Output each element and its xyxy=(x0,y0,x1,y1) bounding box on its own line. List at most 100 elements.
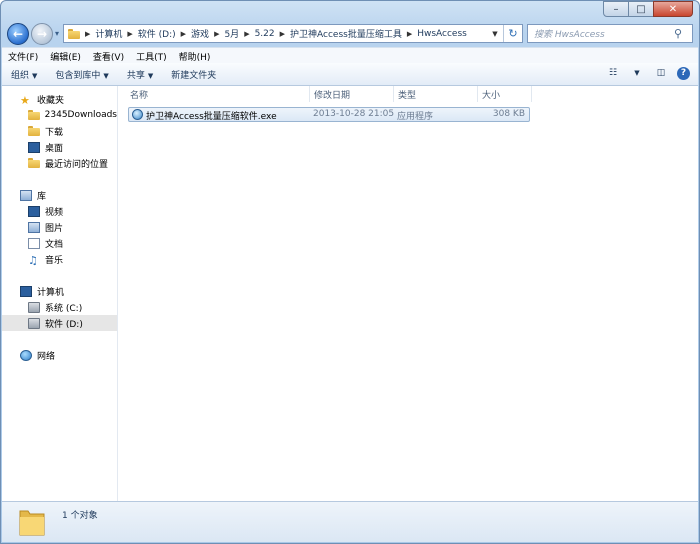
column-name[interactable]: 名称 xyxy=(126,86,310,102)
breadcrumb-drive-d[interactable]: 软件 (D:) xyxy=(138,27,176,40)
nav-downloads[interactable]: 下载 xyxy=(2,123,117,139)
include-library-label: 包含到库中 xyxy=(55,70,101,81)
address-bar[interactable]: ▶ 计算机 ▶ 软件 (D:) ▶ 游戏 ▶ 5月 ▶ 5.22 ▶ 护卫神Ac… xyxy=(63,24,523,43)
minimize-button[interactable]: – xyxy=(603,1,629,17)
nav-2345downloads[interactable]: 2345Downloads xyxy=(2,107,117,123)
nav-desktop-label: 桌面 xyxy=(45,143,64,154)
navigation-pane: ★ 收藏夹 2345Downloads 下载 桌面 最近访问的位置 库 视频 图片… xyxy=(2,86,118,501)
file-date: 2013-10-28 21:05 xyxy=(313,109,395,119)
nav-favorites-label: 收藏夹 xyxy=(37,95,65,106)
nav-drive-c[interactable]: 系统 (C:) xyxy=(2,299,117,315)
nav-recent-places[interactable]: 最近访问的位置 xyxy=(2,155,117,171)
nav-videos-label: 视频 xyxy=(45,207,64,218)
chevron-down-icon[interactable]: ▼ xyxy=(629,66,645,80)
item-count: 1 个对象 xyxy=(62,511,98,521)
nav-documents[interactable]: 文档 xyxy=(2,235,117,251)
menu-tools[interactable]: 工具(T) xyxy=(130,50,173,63)
chevron-right-icon: ▶ xyxy=(244,29,250,38)
music-icon: ♫ xyxy=(28,253,38,267)
file-row[interactable]: 护卫神Access批量压缩软件.exe 2013-10-28 21:05 应用程… xyxy=(128,107,530,122)
folder-icon xyxy=(28,109,40,121)
nav-downloads-label: 下载 xyxy=(45,127,64,138)
chevron-down-icon: ▼ xyxy=(32,71,38,80)
view-options-icon[interactable]: ☷ xyxy=(605,66,621,80)
search-input[interactable]: 搜索 HwsAccess ⚲ xyxy=(527,24,693,43)
nav-music[interactable]: ♫ 音乐 xyxy=(2,251,117,267)
forward-button[interactable]: → xyxy=(31,23,53,45)
star-icon: ★ xyxy=(20,93,30,107)
column-date[interactable]: 修改日期 xyxy=(310,86,394,102)
recent-places-icon xyxy=(28,157,40,169)
nav-videos[interactable]: 视频 xyxy=(2,203,117,219)
organize-label: 组织 xyxy=(11,70,30,81)
command-bar: 组织 ▼ 包含到库中 ▼ 共享 ▼ 新建文件夹 ☷ ▼ ◫ ? xyxy=(2,63,698,86)
nav-music-label: 音乐 xyxy=(45,255,64,266)
network-icon xyxy=(20,349,32,361)
nav-pictures-label: 图片 xyxy=(45,223,64,234)
system-drive-icon xyxy=(28,301,40,313)
new-folder-button[interactable]: 新建文件夹 xyxy=(162,68,225,81)
menu-file[interactable]: 文件(F) xyxy=(2,50,44,63)
nav-drive-d-label: 软件 (D:) xyxy=(45,319,83,330)
file-size: 308 KB xyxy=(492,109,525,119)
caption-buttons: – □ ✕ xyxy=(603,1,693,17)
breadcrumb-hwsaccess[interactable]: HwsAccess xyxy=(417,29,467,39)
close-button[interactable]: ✕ xyxy=(653,1,693,17)
nav-computer-label: 计算机 xyxy=(37,287,65,298)
column-size[interactable]: 大小 xyxy=(478,86,532,102)
document-icon xyxy=(28,237,40,249)
address-dropdown-icon[interactable]: ▼ xyxy=(488,25,502,42)
desktop-icon xyxy=(28,141,40,153)
menu-help[interactable]: 帮助(H) xyxy=(173,50,217,63)
include-in-library-button[interactable]: 包含到库中 ▼ xyxy=(46,68,117,81)
nav-libraries[interactable]: 库 xyxy=(2,187,117,203)
recent-pages-dropdown-icon[interactable]: ▾ xyxy=(55,29,59,38)
nav-favorites[interactable]: ★ 收藏夹 xyxy=(2,91,117,107)
menu-bar: 文件(F) 编辑(E) 查看(V) 工具(T) 帮助(H) xyxy=(2,47,698,64)
menu-edit[interactable]: 编辑(E) xyxy=(44,50,87,63)
share-label: 共享 xyxy=(126,70,145,81)
help-icon[interactable]: ? xyxy=(677,66,690,80)
file-type: 应用程序 xyxy=(397,112,434,122)
breadcrumb-computer[interactable]: 计算机 xyxy=(95,27,122,40)
breadcrumb-games[interactable]: 游戏 xyxy=(191,27,209,40)
folder-icon xyxy=(18,507,46,540)
breadcrumb-tool-folder[interactable]: 护卫神Access批量压缩工具 xyxy=(290,27,402,40)
chevron-right-icon: ▶ xyxy=(85,29,91,38)
details-pane: 1 个对象 xyxy=(2,501,698,542)
content-area: ★ 收藏夹 2345Downloads 下载 桌面 最近访问的位置 库 视频 图片… xyxy=(2,86,698,501)
nav-recent-label: 最近访问的位置 xyxy=(45,159,109,170)
chevron-right-icon: ▶ xyxy=(127,29,133,38)
folder-icon xyxy=(68,28,80,39)
column-type[interactable]: 类型 xyxy=(394,86,478,102)
library-icon xyxy=(20,189,32,201)
nav-network[interactable]: 网络 xyxy=(2,347,117,363)
breadcrumb-5-22[interactable]: 5.22 xyxy=(255,29,275,39)
refresh-icon[interactable]: ↻ xyxy=(503,25,522,42)
application-icon xyxy=(132,109,143,120)
nav-drive-c-label: 系统 (C:) xyxy=(45,303,83,314)
search-icon[interactable]: ⚲ xyxy=(674,27,688,40)
forward-arrow-icon: → xyxy=(36,27,48,41)
chevron-right-icon: ▶ xyxy=(214,29,220,38)
preview-pane-icon[interactable]: ◫ xyxy=(653,66,669,80)
breadcrumb-may[interactable]: 5月 xyxy=(224,27,239,40)
back-arrow-icon: ← xyxy=(12,27,24,41)
back-button[interactable]: ← xyxy=(7,23,29,45)
nav-2345downloads-label: 2345Downloads xyxy=(44,110,117,120)
chevron-down-icon: ▼ xyxy=(103,71,109,80)
maximize-button[interactable]: □ xyxy=(628,1,654,17)
file-name: 护卫神Access批量压缩软件.exe xyxy=(146,112,277,122)
search-placeholder: 搜索 HwsAccess xyxy=(534,30,605,40)
menu-view[interactable]: 查看(V) xyxy=(87,50,130,63)
nav-documents-label: 文档 xyxy=(45,239,64,250)
nav-desktop[interactable]: 桌面 xyxy=(2,139,117,155)
organize-button[interactable]: 组织 ▼ xyxy=(2,68,46,81)
chevron-right-icon: ▶ xyxy=(279,29,286,38)
nav-pictures[interactable]: 图片 xyxy=(2,219,117,235)
nav-computer[interactable]: 计算机 xyxy=(2,283,117,299)
chevron-right-icon: ▶ xyxy=(180,29,187,38)
share-button[interactable]: 共享 ▼ xyxy=(118,68,162,81)
nav-drive-d[interactable]: 软件 (D:) xyxy=(2,315,117,331)
picture-icon xyxy=(28,221,40,233)
